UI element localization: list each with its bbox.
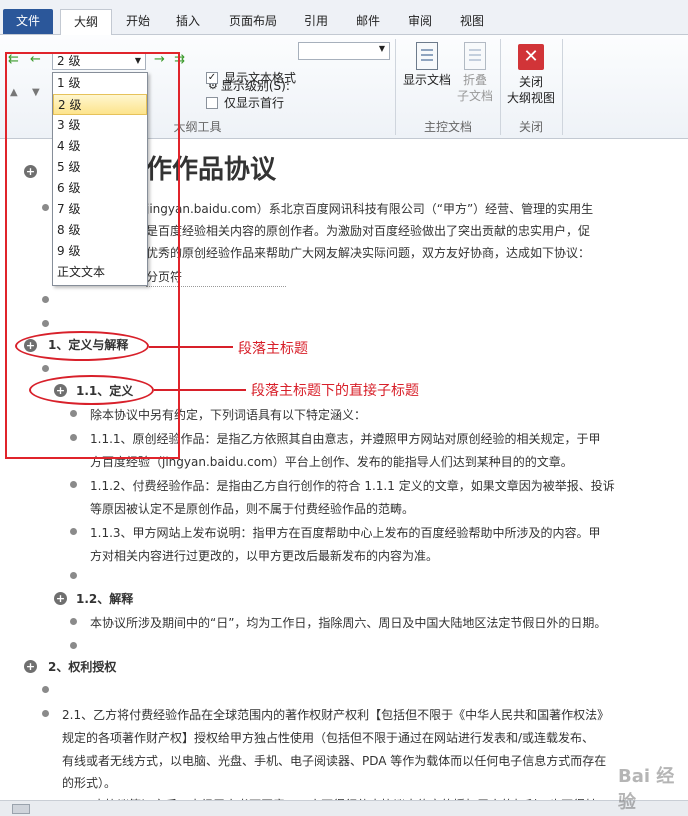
tab-page-layout[interactable]: 页面布局 — [222, 9, 284, 35]
close-icon: ✕ — [518, 44, 544, 70]
bullet — [70, 572, 77, 579]
ribbon-tab-bar: 文件 大纲 开始 插入 页面布局 引用 邮件 审阅 视图 — [0, 0, 688, 36]
collapse-label-2: 子文档 — [456, 89, 493, 103]
body-text: 规定的各项著作财产权】授权给甲方独占性使用（包括但不限于通过在网站进行发表和/或… — [62, 731, 595, 745]
expand-plus-icon[interactable]: + — [54, 592, 67, 605]
group-label-close: 关闭 — [518, 120, 543, 134]
body-text: 是百度经验相关内容的原创作者。为激励对百度经验做出了突出贡献的忠实用户，促 — [146, 224, 591, 238]
body-text: 本协议所涉及期间中的“日”，均为工作日，指除周六、周日及中国大陆地区法定节假日外… — [90, 616, 607, 630]
tab-references[interactable]: 引用 — [296, 9, 336, 35]
tab-insert[interactable]: 插入 — [168, 9, 208, 35]
tab-home[interactable]: 开始 — [118, 9, 158, 35]
collapse-document-icon — [464, 42, 486, 70]
bullet — [70, 618, 77, 625]
group-separator — [500, 39, 501, 135]
document-icon — [416, 42, 438, 70]
horizontal-scrollbar[interactable] — [0, 800, 688, 816]
bullet — [70, 642, 77, 649]
bullet — [42, 686, 49, 693]
show-document-label: 显示文档 — [402, 73, 451, 87]
chevron-down-icon: ▼ — [378, 44, 385, 53]
annotation-sub-heading: 段落主标题下的直接子标题 — [251, 383, 419, 399]
close-label-2: 大纲视图 — [506, 91, 555, 105]
checkbox-empty-icon — [206, 96, 218, 109]
show-text-format-checkbox[interactable]: ✓ 显示文本格式 — [206, 69, 296, 86]
group-separator — [562, 39, 563, 135]
tab-outline[interactable]: 大纲 — [60, 9, 112, 36]
show-level-select[interactable]: ▼ — [298, 42, 390, 60]
bullet — [42, 710, 49, 717]
body-text: 有线或者无线方式，以电脑、光盘、手机、电子阅读器、PDA 等作为载体而以任何电子… — [62, 754, 607, 768]
close-outline-view-button[interactable]: ✕ 关闭大纲视图 — [504, 44, 558, 106]
group-label-master-document: 主控文档 — [423, 120, 472, 134]
show-text-format-label: 显示文本格式 — [224, 71, 297, 85]
body-text: 方对相关内容进行过更改的，以甲方更改后最新发布的内容为准。 — [90, 549, 439, 563]
body-text: 2.1、乙方将付费经验作品在全球范围内的著作权财产权利【包括但不限于《中华人民共… — [62, 708, 610, 722]
body-text: jingyan.baidu.com）系北京百度网讯科技有限公司（“甲方”）经营、… — [146, 202, 594, 216]
checkbox-checked-icon: ✓ — [206, 71, 218, 84]
tab-review[interactable]: 审阅 — [400, 9, 440, 35]
show-first-line-checkbox[interactable]: 仅显示首行 — [206, 94, 284, 111]
tab-view[interactable]: 视图 — [452, 9, 492, 35]
body-text: 1.1.2、付费经验作品：是指由乙方自行创作的符合 1.1.1 定义的文章，如果… — [90, 479, 615, 493]
expand-plus-icon[interactable]: + — [24, 660, 37, 673]
bullet — [70, 528, 77, 535]
body-text: 等原因被认定不是原创作品，则不属于付费经验作品的范畴。 — [90, 502, 415, 516]
show-document-button[interactable]: 显示文档 — [400, 42, 454, 88]
show-first-line-label: 仅显示首行 — [224, 96, 285, 110]
body-text: 1.1.3、甲方网站上发布说明：指甲方在百度帮助中心上发布的百度经验帮助中所涉及… — [90, 526, 601, 540]
group-separator — [395, 39, 396, 135]
annotation-main-heading: 段落主标题 — [238, 341, 308, 357]
collapse-label-1: 折叠 — [462, 73, 487, 87]
tab-file[interactable]: 文件 — [3, 9, 53, 34]
body-text: 优秀的原创经验作品来帮助广大网友解决实际问题，双方友好协商，达成如下协议： — [146, 246, 591, 260]
watermark: Bai 经验 — [618, 766, 675, 813]
close-label-1: 关闭 — [518, 75, 543, 89]
body-text: 的形式）。 — [62, 776, 117, 790]
heading-level2: 1.2、解释 — [76, 592, 134, 606]
scrollbar-thumb[interactable] — [12, 804, 30, 814]
collapse-subdocuments-button[interactable]: 折叠 子文档 — [454, 42, 496, 104]
highlight-rectangle — [5, 52, 180, 459]
tab-mailings[interactable]: 邮件 — [348, 9, 388, 35]
heading-level1: 2、权利授权 — [48, 660, 117, 674]
bullet — [70, 481, 77, 488]
